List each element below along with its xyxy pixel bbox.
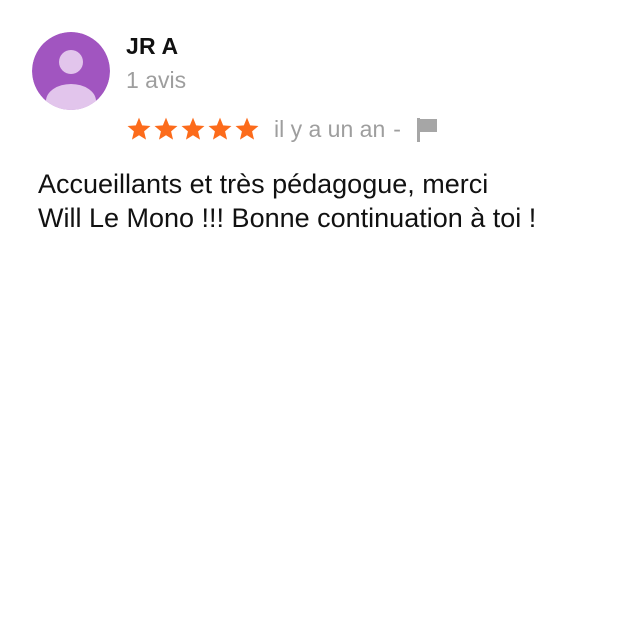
review-text: Accueillants et très pédagogue, merci Wi… xyxy=(38,167,598,235)
star-icon xyxy=(181,117,205,140)
author-name[interactable]: JR A xyxy=(126,33,178,60)
review-meta: il y a un an - xyxy=(126,114,441,144)
review-text-line: Will Le Mono !!! Bonne continuation à to… xyxy=(38,203,537,233)
star-icon xyxy=(208,117,232,140)
review-date: il y a un an xyxy=(274,115,386,142)
star-icon xyxy=(154,117,178,140)
review-count: 1 avis xyxy=(126,67,187,93)
default-user-avatar-icon xyxy=(32,32,110,110)
review-text-line: Accueillants et très pédagogue, merci xyxy=(38,169,489,199)
avatar[interactable] xyxy=(32,32,110,110)
flag-icon[interactable] xyxy=(415,115,441,143)
separator: - xyxy=(393,115,401,142)
star-rating xyxy=(126,116,260,142)
star-icon xyxy=(127,117,151,140)
star-icon xyxy=(235,117,259,140)
